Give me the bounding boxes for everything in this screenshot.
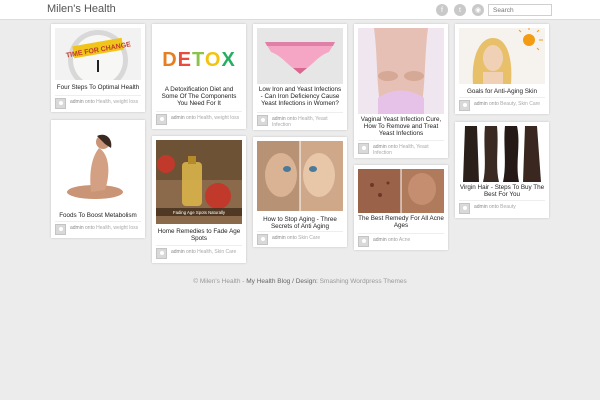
author-link[interactable]: admin <box>474 101 488 107</box>
image-caption: Fading Age Spots Naturally <box>173 210 226 215</box>
category-links[interactable]: Acne <box>399 237 410 243</box>
post-card-anti-aging-goals[interactable]: Goals for Anti-Aging Skin admin onto Bea… <box>455 24 549 114</box>
post-title[interactable]: Four Steps To Optimal Health <box>55 84 141 91</box>
post-image[interactable] <box>358 28 444 114</box>
post-meta: admin onto Beauty, Skin Care <box>459 97 545 111</box>
author-link[interactable]: admin <box>70 99 84 105</box>
category-links[interactable]: Skin Care <box>298 235 320 241</box>
svg-text:DETOX: DETOX <box>162 49 236 71</box>
post-card-iron-yeast[interactable]: Low Iron and Yeast Infections - Can Iron… <box>253 24 347 130</box>
post-image[interactable] <box>257 141 343 211</box>
footer-blog-link[interactable]: My Health Blog <box>246 278 290 285</box>
post-image[interactable] <box>358 169 444 213</box>
post-meta: admin onto Health, weight loss <box>55 95 141 109</box>
post-image[interactable] <box>257 28 343 84</box>
category-links[interactable]: Health, weight loss <box>96 225 138 231</box>
category-links[interactable]: Health, Skin Care <box>197 249 236 255</box>
post-title[interactable]: Home Remedies to Fade Age Spots <box>156 228 242 242</box>
author-link[interactable]: admin <box>171 249 185 255</box>
post-title[interactable]: A Detoxification Diet and Some Of The Co… <box>156 86 242 107</box>
post-title[interactable]: Vaginal Yeast Infection Cure, How To Rem… <box>358 116 444 137</box>
avatar[interactable] <box>257 234 268 245</box>
avatar[interactable] <box>156 248 167 259</box>
avatar[interactable] <box>358 236 369 247</box>
search-input[interactable] <box>488 4 552 16</box>
post-card-detox[interactable]: DETOX A Detoxification Diet and Some Of … <box>152 24 246 129</box>
post-title[interactable]: Virgin Hair - Steps To Buy The Best For … <box>459 184 545 198</box>
footer-copyright[interactable]: © Milen's Health <box>193 278 240 285</box>
category-links[interactable]: Health, weight loss <box>96 99 138 105</box>
post-image[interactable]: Fading Age Spots Naturally <box>156 140 242 224</box>
post-meta: admin onto Health, Skin Care <box>156 245 242 259</box>
avatar[interactable] <box>156 114 167 125</box>
avatar[interactable] <box>459 100 470 111</box>
post-card-stop-aging[interactable]: How to Stop Aging - Three Secrets of Ant… <box>253 137 347 247</box>
post-title[interactable]: Foods To Boost Metabolism <box>55 212 141 219</box>
avatar[interactable] <box>459 203 470 214</box>
category-links[interactable]: Health, weight loss <box>197 115 239 121</box>
post-card-metabolism[interactable]: Foods To Boost Metabolism admin onto Hea… <box>51 120 145 238</box>
footer-design-link[interactable]: Smashing Wordpress Themes <box>318 278 407 285</box>
author-link[interactable]: admin <box>474 204 488 210</box>
post-card-acne[interactable]: The Best Remedy For All Acne Ages admin … <box>354 165 448 250</box>
post-title[interactable]: Goals for Anti-Aging Skin <box>459 88 545 95</box>
post-title[interactable]: Low Iron and Yeast Infections - Can Iron… <box>257 86 343 107</box>
author-link[interactable]: admin <box>373 237 387 243</box>
site-logo[interactable]: Milen's Health <box>47 3 116 15</box>
post-meta: admin onto Health, weight loss <box>55 221 141 235</box>
author-link[interactable]: admin <box>272 235 286 241</box>
post-meta: admin onto Beauty <box>459 200 545 214</box>
post-meta: admin onto Health, weight loss <box>156 111 242 125</box>
post-title[interactable]: How to Stop Aging - Three Secrets of Ant… <box>257 216 343 230</box>
author-link[interactable]: admin <box>171 115 185 121</box>
post-image[interactable]: TIME FOR CHANGE <box>55 28 141 80</box>
post-image[interactable]: DETOX <box>156 28 242 84</box>
facebook-icon[interactable]: f <box>436 4 448 16</box>
author-link[interactable]: admin <box>70 225 84 231</box>
twitter-icon[interactable]: t <box>454 4 466 16</box>
post-title[interactable]: The Best Remedy For All Acne Ages <box>358 215 444 229</box>
post-card-age-spots[interactable]: Fading Age Spots Naturally Home Remedies… <box>152 136 246 263</box>
post-card-optimal-health[interactable]: TIME FOR CHANGE Four Steps To Optimal He… <box>51 24 145 112</box>
category-links[interactable]: Beauty <box>500 204 516 210</box>
post-image[interactable] <box>55 124 141 208</box>
post-image[interactable] <box>459 126 545 182</box>
header-bar: Milen's Health f t ◉ <box>0 0 600 20</box>
post-meta: admin onto Health, Yeast Infection <box>257 112 343 128</box>
category-links[interactable]: Beauty, Skin Care <box>500 101 540 107</box>
avatar[interactable] <box>358 143 369 154</box>
avatar[interactable] <box>257 115 268 126</box>
post-image[interactable] <box>459 28 545 84</box>
post-meta: admin onto Acne <box>358 233 444 247</box>
post-meta: admin onto Skin Care <box>257 231 343 245</box>
avatar[interactable] <box>55 224 66 235</box>
avatar[interactable] <box>55 98 66 109</box>
post-meta: admin onto Health, Yeast Infection <box>358 140 444 156</box>
footer: © Milen's Health - My Health Blog / Desi… <box>193 278 407 285</box>
rss-icon[interactable]: ◉ <box>472 4 484 16</box>
post-card-virgin-hair[interactable]: Virgin Hair - Steps To Buy The Best For … <box>455 122 549 218</box>
post-card-vaginal-yeast[interactable]: Vaginal Yeast Infection Cure, How To Rem… <box>354 24 448 158</box>
